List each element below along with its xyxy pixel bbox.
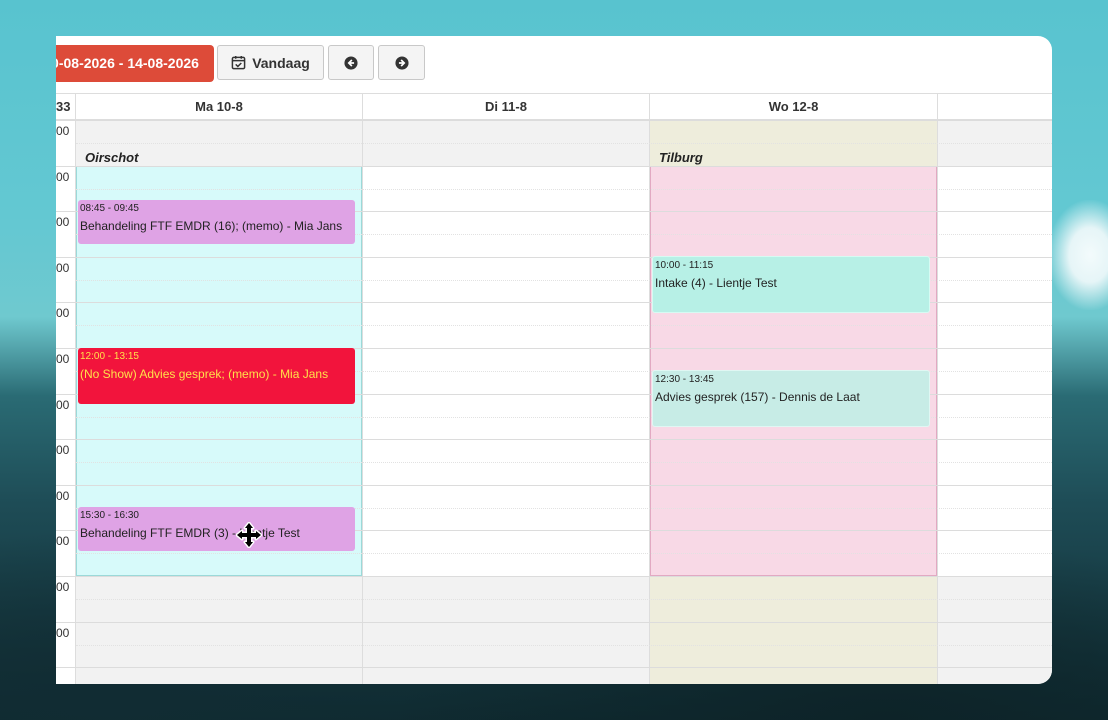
time-label: 00 bbox=[56, 489, 70, 503]
event-description: Advies gesprek (157) - Dennis de Laat bbox=[655, 390, 860, 404]
hour-line bbox=[56, 667, 1052, 668]
arrow-left-circle-icon bbox=[344, 55, 358, 70]
half-hour-line bbox=[76, 553, 1052, 554]
time-label: 00 bbox=[56, 124, 70, 138]
location-label-oirschot: Oirschot bbox=[85, 150, 139, 165]
half-hour-line bbox=[76, 143, 1052, 144]
half-hour-line bbox=[76, 189, 1052, 190]
hour-line bbox=[56, 485, 1052, 486]
time-label: 00 bbox=[56, 626, 70, 640]
day-header-row: 33 Ma 10-8 Di 11-8 Wo 12-8 bbox=[56, 93, 1052, 120]
calendar-toolbar: 0-08-2026 - 14-08-2026 Vandaag bbox=[56, 36, 1052, 92]
half-hour-line bbox=[76, 325, 1052, 326]
location-label-tilburg: Tilburg bbox=[659, 150, 703, 165]
half-hour-line bbox=[76, 599, 1052, 600]
time-grid: 00 00 00 00 00 00 00 00 00 00 00 00 Oirschot Tilbur… bbox=[56, 120, 1052, 684]
today-label: Vandaag bbox=[252, 54, 310, 71]
next-week-button[interactable] bbox=[378, 45, 425, 80]
day-header-monday[interactable]: Ma 10-8 bbox=[76, 94, 363, 120]
hour-line bbox=[56, 166, 1052, 167]
time-label: 00 bbox=[56, 398, 70, 412]
hour-line bbox=[56, 120, 1052, 121]
background-cloud bbox=[1048, 200, 1108, 310]
event-item[interactable]: 08:45 - 09:45 Behandeling FTF EMDR (16);… bbox=[78, 200, 355, 244]
day-header-tuesday[interactable]: Di 11-8 bbox=[363, 94, 650, 120]
event-description: Behandeling FTF EMDR (3) - Lientje Test bbox=[80, 526, 300, 540]
day-header-wednesday[interactable]: Wo 12-8 bbox=[650, 94, 938, 120]
time-label: 00 bbox=[56, 215, 70, 229]
event-time: 15:30 - 16:30 bbox=[80, 510, 139, 521]
event-item[interactable]: 15:30 - 16:30 Behandeling FTF EMDR (3) -… bbox=[78, 507, 355, 551]
move-cursor-icon bbox=[235, 521, 263, 549]
time-label: 00 bbox=[56, 580, 70, 594]
time-label: 00 bbox=[56, 352, 70, 366]
week-calendar: 33 Ma 10-8 Di 11-8 Wo 12-8 00 00 00 00 0… bbox=[56, 93, 1052, 684]
time-label: 00 bbox=[56, 443, 70, 457]
calendar-check-icon bbox=[231, 55, 252, 70]
previous-week-button[interactable] bbox=[328, 45, 374, 80]
event-time: 12:30 - 13:45 bbox=[655, 374, 714, 385]
event-item[interactable]: 12:30 - 13:45 Advies gesprek (157) - Den… bbox=[652, 370, 930, 427]
time-label: 00 bbox=[56, 534, 70, 548]
time-label: 00 bbox=[56, 170, 70, 184]
event-time: 12:00 - 13:15 bbox=[80, 351, 139, 362]
hour-line bbox=[56, 439, 1052, 440]
event-item[interactable]: 10:00 - 11:15 Intake (4) - Lientje Test bbox=[652, 256, 930, 313]
event-description: (No Show) Advies gesprek; (memo) - Mia J… bbox=[80, 367, 329, 381]
event-time: 08:45 - 09:45 bbox=[80, 203, 139, 214]
day-header-thursday[interactable] bbox=[938, 94, 1052, 120]
week-number: 33 bbox=[56, 94, 76, 120]
event-description: Behandeling FTF EMDR (16); (memo) - Mia … bbox=[80, 219, 343, 233]
hour-line bbox=[56, 576, 1052, 577]
arrow-right-circle-icon bbox=[394, 55, 409, 70]
today-button[interactable]: Vandaag bbox=[217, 45, 324, 80]
hour-line bbox=[56, 622, 1052, 623]
event-time: 10:00 - 11:15 bbox=[655, 260, 714, 271]
half-hour-line bbox=[76, 645, 1052, 646]
time-label: 00 bbox=[56, 261, 70, 275]
half-hour-line bbox=[76, 462, 1052, 463]
calendar-window: 0-08-2026 - 14-08-2026 Vandaag 33 Ma 10-… bbox=[56, 36, 1052, 684]
event-item-no-show[interactable]: 12:00 - 13:15 (No Show) Advies gesprek; … bbox=[78, 348, 355, 404]
date-range-button[interactable]: 0-08-2026 - 14-08-2026 bbox=[56, 45, 214, 82]
event-description: Intake (4) - Lientje Test bbox=[655, 276, 777, 290]
time-label: 00 bbox=[56, 306, 70, 320]
